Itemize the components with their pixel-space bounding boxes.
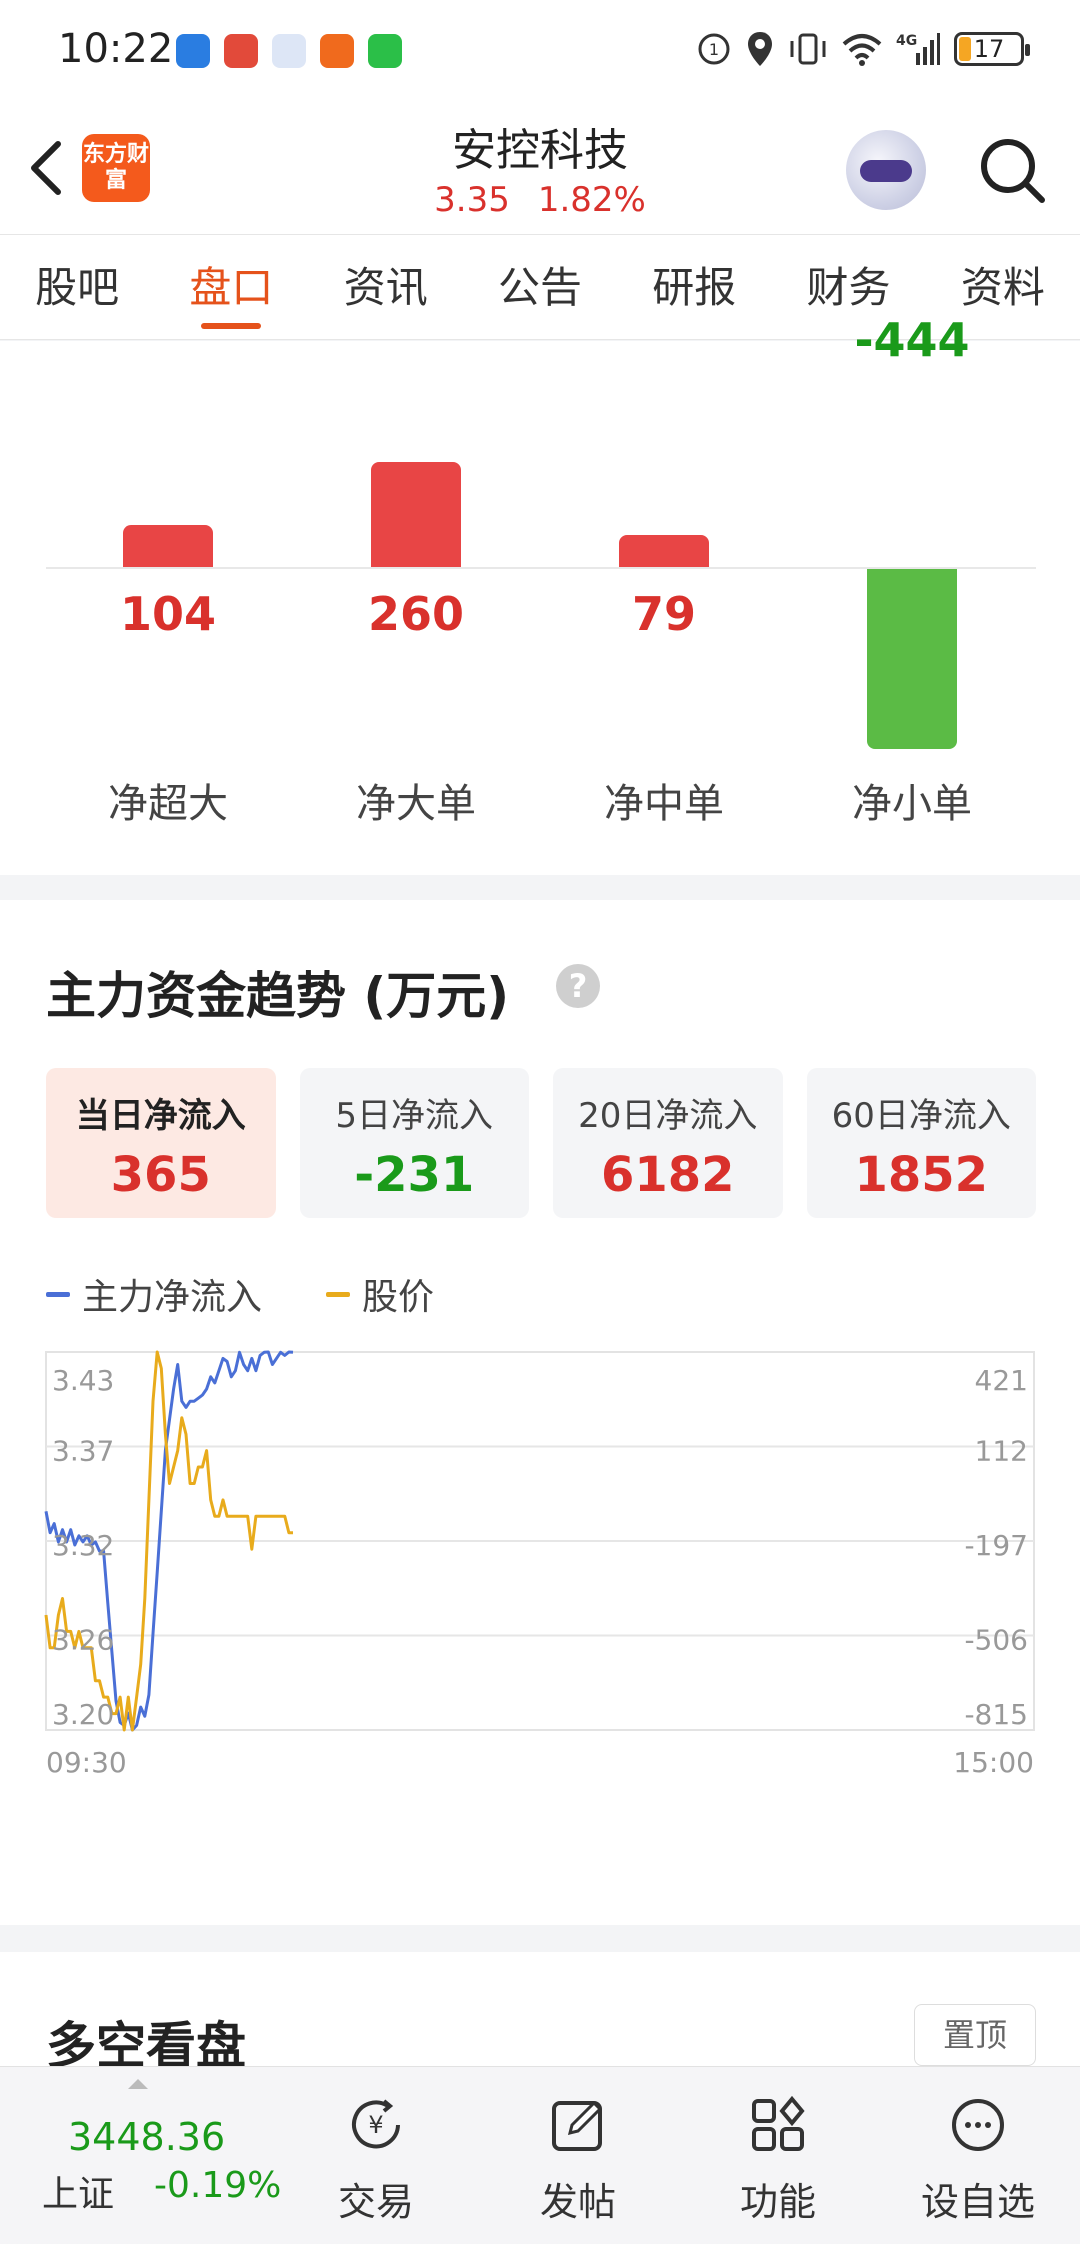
long-short-card: 多空看盘 置顶 [0,1952,1080,2075]
news-app-icon [272,34,306,68]
legend-swatch-price [326,1291,351,1297]
index-name[interactable]: 上证 [42,2165,114,2217]
net-flow-card: 104 净超大 260 净大单 79 净中单 -444 净小单 [0,313,1080,875]
period-label: 5日净流入 [335,1096,494,1136]
x-tick: 15:00 [953,1746,1034,1779]
flow-bar [867,569,957,749]
data-saver-icon: 1 [698,33,730,65]
period-selector: 当日净流入 365 5日净流入 -231 20日净流入 6182 60日净流入 … [46,1068,1036,1218]
flow-label: 净中单 [604,781,724,827]
y-right-tick: 421 [975,1364,1028,1397]
flow-bar [619,534,709,567]
wechat-app-icon [368,34,402,68]
battery-level: 17 [973,35,1005,63]
index-change[interactable]: -0.19% [154,2165,281,2206]
svg-text:4G: 4G [896,33,917,49]
tab-research[interactable]: 研报 [617,235,771,339]
y-left-tick: 3.20 [52,1698,114,1731]
flow-value: 79 [631,587,696,641]
legend-price: 股价 [362,1277,435,1318]
legend-main-inflow: 主力净流入 [82,1277,263,1318]
svg-text:1: 1 [709,40,719,59]
location-icon [748,32,772,66]
battery-indicator: 17 [954,32,1030,66]
nav-label: 功能 [739,2180,816,2224]
y-right-tick: 112 [975,1435,1028,1468]
search-icon[interactable] [976,134,1048,206]
y-left-tick: 3.26 [52,1624,114,1657]
period-value: 6182 [600,1147,735,1203]
more-icon [952,2099,1004,2151]
post-icon [552,2100,603,2151]
stock-change-pct: 1.82% [537,180,646,220]
period-5day[interactable]: 5日净流入 -231 [299,1068,529,1218]
x-tick: 09:30 [46,1746,127,1779]
system-status: 1 4G 17 [696,30,1030,68]
chart-legend: 主力净流入 股价 [46,1268,434,1320]
svg-text:¥: ¥ [368,2111,383,2139]
ai-assistant-avatar[interactable] [846,130,926,210]
help-icon[interactable]: ? [556,964,600,1008]
stock-price: 3.35 [434,180,510,220]
y-right-tick: -815 [964,1698,1028,1731]
nav-label: 发帖 [539,2180,616,2224]
nav-trade[interactable]: ¥ 交易 [306,2067,446,2244]
period-20day[interactable]: 20日净流入 6182 [553,1068,783,1218]
period-value: 365 [110,1147,211,1203]
flow-value: 260 [367,587,465,641]
huawei-app-icon [224,34,258,68]
period-label: 60日净流入 [831,1096,1011,1136]
period-value: -231 [354,1147,475,1203]
wifi-icon [842,34,882,66]
flow-bar [123,524,213,567]
flow-value: -444 [854,313,970,367]
period-value: 1852 [854,1147,989,1203]
nav-functions[interactable]: 功能 [708,2067,848,2244]
signal-4g-icon: 4G [896,33,940,65]
expand-caret-icon[interactable] [128,2079,148,2089]
pin-top-button[interactable]: 置顶 [914,2004,1036,2066]
capital-trend-card: 主力资金趋势 (万元) ? 当日净流入 365 5日净流入 -231 20日净流… [0,900,1080,1925]
clock-app-icon [176,34,210,68]
trade-icon: ¥ [352,2099,400,2149]
y-left-tick: 3.43 [52,1364,114,1397]
status-bar: 10:22 1 4G 17 [0,0,1080,100]
y-right-tick: -197 [964,1529,1028,1562]
flow-value: 104 [119,587,217,641]
period-60day[interactable]: 60日净流入 1852 [806,1068,1036,1218]
taobao-app-icon [320,34,354,68]
tab-news[interactable]: 资讯 [309,235,463,339]
robot-visor [860,160,912,182]
y-right-tick: -506 [964,1624,1028,1657]
flow-label: 净超大 [108,781,228,827]
trend-chart-svg[interactable]: 3.43 421 3.37 112 3.32 -197 3.26 -506 3.20 -815 09… [0,1340,1080,1790]
nav-label: 设自选 [920,2180,1035,2224]
y-left-tick: 3.32 [52,1529,114,1562]
legend-swatch-main [46,1291,70,1297]
period-label: 20日净流入 [578,1096,758,1136]
tab-pankou[interactable]: 盘口 [154,235,308,339]
notification-icons [176,34,402,68]
status-time: 10:22 [58,26,174,72]
trend-chart[interactable]: 3.43 421 3.37 112 3.32 -197 3.26 -506 3.20 -815 09… [0,1340,1080,1790]
bottom-bar: 3448.36 上证 -0.19% ¥ 交易 发帖 功能 设自选 [0,2066,1080,2244]
vibrate-icon [790,33,826,65]
flow-label: 净大单 [356,781,476,827]
index-value[interactable]: 3448.36 [68,2115,225,2159]
nav-label: 交易 [337,2180,414,2224]
section-title: 主力资金趋势 (万元) [46,967,510,1025]
tab-guba[interactable]: 股吧 [0,235,154,339]
period-today[interactable]: 当日净流入 365 [46,1068,276,1218]
stock-header: 东方财富 安控科技 3.35 1.82% [0,100,1080,234]
apps-icon [752,2095,805,2151]
period-label: 当日净流入 [75,1096,246,1136]
y-left-tick: 3.37 [52,1435,114,1468]
nav-add-watchlist[interactable]: 设自选 [908,2067,1048,2244]
nav-post[interactable]: 发帖 [508,2067,648,2244]
flow-bar [371,461,461,567]
tab-announcements[interactable]: 公告 [463,235,617,339]
flow-label: 净小单 [852,781,972,827]
